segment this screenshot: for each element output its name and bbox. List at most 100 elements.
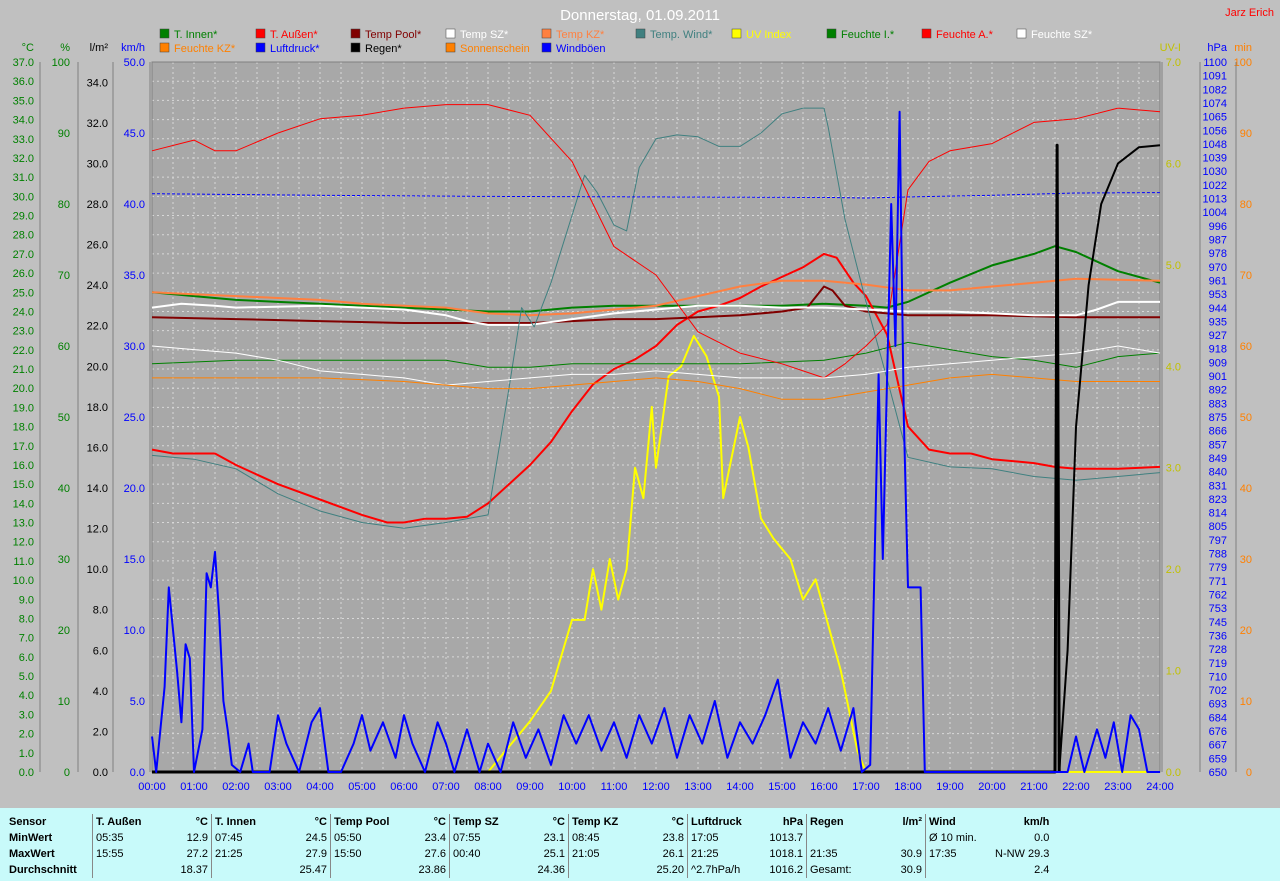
axis-tick-celsius: 33.0 — [13, 134, 34, 146]
stats-row-label: MinWert — [9, 832, 53, 844]
stats-cell: 17:35 — [925, 846, 992, 862]
axis-tick-celsius: 13.0 — [13, 518, 34, 530]
axis-tick-pressure: 866 — [1209, 426, 1227, 438]
axis-tick-celsius: 31.0 — [13, 172, 34, 184]
stats-row: MinWert 05:35 12.9 07:45 24.5 05:50 23.4 07:55 2… — [6, 830, 1052, 846]
axis-tick-rain: 32.0 — [87, 118, 108, 130]
stats-cell — [330, 862, 397, 878]
legend-label: Temp SZ* — [460, 29, 509, 41]
axis-tick-minutes: 10 — [1240, 696, 1252, 708]
axis-tick-uv: 2.0 — [1166, 564, 1181, 576]
axis-tick-minutes: 60 — [1240, 341, 1252, 353]
axis-tick-pressure: 1100 — [1203, 57, 1227, 69]
axis-tick-wind: 15.0 — [124, 554, 145, 566]
legend-label: T. Innen* — [174, 29, 218, 41]
axis-tick-wind: 50.0 — [124, 57, 145, 69]
axis-tick-minutes: 70 — [1240, 270, 1252, 282]
axis-tick-rain: 0.0 — [93, 767, 108, 779]
stats-cell: 00:40 — [449, 846, 516, 862]
legend-label: Feuchte KZ* — [174, 43, 236, 55]
axis-tick-percent: 0 — [64, 767, 70, 779]
axis-tick-pressure: 771 — [1209, 576, 1227, 588]
legend-label: Feuchte I.* — [841, 29, 895, 41]
chart-legend: T. Innen* T. Außen* Temp Pool* Temp SZ* Temp… — [159, 28, 1093, 55]
axis-tick-celsius: 36.0 — [13, 76, 34, 88]
axis-tick-rain: 10.0 — [87, 564, 108, 576]
axis-tick-rain: 4.0 — [93, 686, 108, 698]
time-tick: 15:00 — [768, 781, 796, 793]
axis-unit-celsius: °C — [22, 42, 34, 54]
axis-tick-pressure: 875 — [1209, 412, 1227, 424]
axis-tick-wind: 5.0 — [130, 696, 145, 708]
axis-tick-minutes: 80 — [1240, 199, 1252, 211]
legend-swatch — [159, 28, 170, 39]
axis-tick-pressure: 961 — [1209, 275, 1227, 287]
axis-tick-celsius: 22.0 — [13, 345, 34, 357]
axis-tick-celsius: 0.0 — [19, 767, 34, 779]
stats-row: Sensor T. Außen °C T. Innen °C Temp Pool °C Tem… — [6, 814, 1052, 830]
axis-unit-uv: UV-I — [1160, 42, 1181, 54]
axis-tick-pressure: 797 — [1209, 535, 1227, 547]
axis-tick-pressure: 831 — [1209, 480, 1227, 492]
axis-tick-pressure: 953 — [1209, 289, 1227, 301]
axis-tick-celsius: 16.0 — [13, 460, 34, 472]
stats-row: MaxWert 15:55 27.2 21:25 27.9 15:50 27.6 00:40 2… — [6, 846, 1052, 862]
weather-chart: Donnerstag, 01.09.2011 Jarz Erich T. Inn… — [13, 7, 1274, 793]
axis-tick-percent: 50 — [58, 412, 70, 424]
axis-tick-celsius: 9.0 — [19, 594, 34, 606]
axis-tick-celsius: 6.0 — [19, 652, 34, 664]
stats-value: km/h — [1023, 816, 1050, 828]
axis-tick-pressure: 753 — [1209, 603, 1227, 615]
stats-value: 25.1 — [543, 848, 565, 860]
axis-tick-wind: 45.0 — [124, 128, 145, 140]
stats-value: °C — [195, 816, 208, 828]
stats-cell: 07:45 — [211, 830, 278, 846]
axis-tick-rain: 34.0 — [87, 77, 108, 89]
axis-tick-celsius: 3.0 — [19, 709, 34, 721]
axis-tick-pressure: 987 — [1209, 235, 1227, 247]
statistics-table: Sensor T. Außen °C T. Innen °C Temp Pool °C Tem… — [6, 814, 1052, 878]
axis-tick-pressure: 970 — [1209, 262, 1227, 274]
axis-tick-rain: 20.0 — [87, 361, 108, 373]
axis-unit-percent: % — [60, 42, 70, 54]
axis-tick-celsius: 14.0 — [13, 498, 34, 510]
stats-value: 24.36 — [537, 864, 565, 876]
axis-tick-pressure: 728 — [1209, 644, 1227, 656]
stats-value — [873, 830, 926, 846]
time-tick: 09:00 — [516, 781, 544, 793]
stats-value: °C — [552, 816, 565, 828]
axis-tick-uv: 6.0 — [1166, 158, 1181, 170]
axis-tick-uv: 1.0 — [1166, 666, 1181, 678]
stats-value: N-NW 29.3 — [995, 848, 1050, 860]
stats-cell: Regen — [806, 814, 873, 830]
stats-value: 23.4 — [424, 832, 446, 844]
stats-value: 2.4 — [1034, 864, 1050, 876]
stats-row: Durchschnitt 18.37 25.47 23.86 24.36 25.20 ^2.… — [6, 862, 1052, 878]
time-tick: 16:00 — [810, 781, 838, 793]
axis-tick-pressure: 1004 — [1203, 207, 1227, 219]
axis-tick-celsius: 25.0 — [13, 287, 34, 299]
stats-cell: Temp Pool — [330, 814, 397, 830]
stats-value: 23.86 — [418, 864, 446, 876]
axis-tick-celsius: 2.0 — [19, 729, 34, 741]
stats-value: 1016.2 — [769, 864, 803, 876]
stats-value: 0.0 — [1034, 832, 1050, 844]
chart-title: Donnerstag, 01.09.2011 — [560, 7, 720, 24]
stats-value: 27.9 — [305, 848, 327, 860]
axis-tick-percent: 80 — [58, 199, 70, 211]
axis-unit-minutes: min — [1234, 42, 1252, 54]
axis-tick-celsius: 27.0 — [13, 249, 34, 261]
stats-cell: 17:05 — [687, 830, 754, 846]
stats-cell: T. Außen — [92, 814, 159, 830]
axis-tick-celsius: 15.0 — [13, 479, 34, 491]
axis-tick-celsius: 32.0 — [13, 153, 34, 165]
axis-tick-pressure: 788 — [1209, 549, 1227, 561]
legend-swatch — [255, 28, 266, 39]
axis-tick-celsius: 5.0 — [19, 671, 34, 683]
time-tick: 14:00 — [726, 781, 754, 793]
stats-cell: 21:35 — [806, 846, 873, 862]
time-tick: 04:00 — [306, 781, 334, 793]
axis-tick-rain: 14.0 — [87, 483, 108, 495]
stats-cell — [806, 830, 873, 846]
axis-tick-pressure: 719 — [1209, 658, 1227, 670]
